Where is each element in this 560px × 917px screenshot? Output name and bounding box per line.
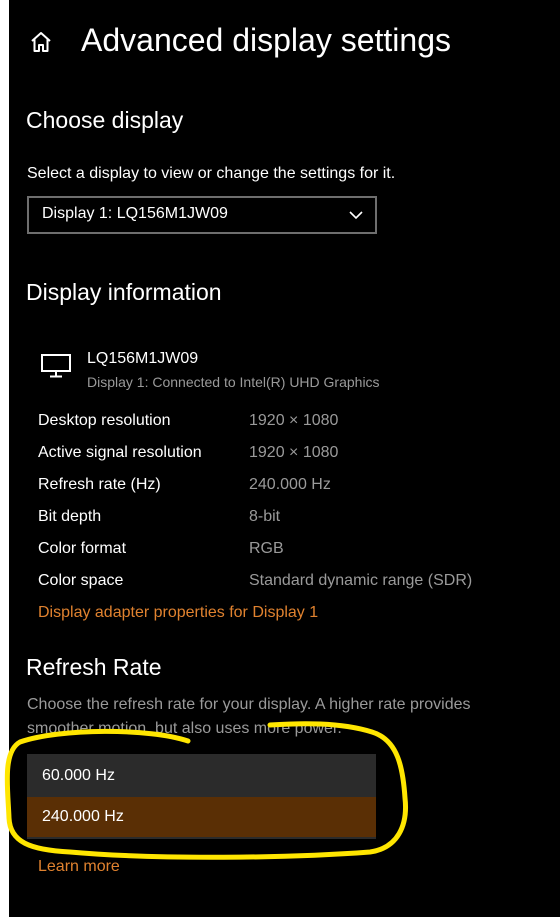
page-title: Advanced display settings (81, 22, 451, 58)
refresh-rate-dropdown-list: 60.000 Hz 240.000 Hz (27, 754, 376, 839)
refresh-rate-option-60[interactable]: 60.000 Hz (27, 756, 376, 796)
info-value: 1920 × 1080 (249, 412, 339, 429)
choose-display-heading: Choose display (26, 107, 184, 133)
display-select-value: Display 1: LQ156M1JW09 (42, 205, 228, 222)
refresh-rate-option-240[interactable]: 240.000 Hz (27, 797, 376, 837)
monitor-icon (41, 354, 71, 378)
refresh-rate-description-line2: smoother motion, but also uses more powe… (27, 720, 342, 737)
display-select-dropdown[interactable]: Display 1: LQ156M1JW09 (27, 196, 377, 234)
refresh-rate-description-line1: Choose the refresh rate for your display… (27, 696, 471, 713)
home-icon[interactable] (29, 30, 53, 54)
info-row-color-format: Color format RGB (38, 540, 558, 564)
info-value: 8-bit (249, 508, 281, 525)
info-label: Bit depth (38, 508, 102, 525)
info-row-refresh-rate: Refresh rate (Hz) 240.000 Hz (38, 476, 558, 500)
info-value: 240.000 Hz (249, 476, 331, 493)
display-information-heading: Display information (26, 279, 222, 305)
option-label: 60.000 Hz (42, 767, 115, 784)
display-name: LQ156M1JW09 (87, 350, 199, 367)
info-value: Standard dynamic range (SDR) (249, 572, 473, 589)
info-label: Color space (38, 572, 124, 589)
option-label: 240.000 Hz (42, 808, 124, 825)
info-label: Active signal resolution (38, 444, 202, 461)
info-row-bit-depth: Bit depth 8-bit (38, 508, 558, 532)
info-value: 1920 × 1080 (249, 444, 339, 461)
refresh-rate-heading: Refresh Rate (26, 654, 162, 680)
info-row-active-signal-resolution: Active signal resolution 1920 × 1080 (38, 444, 558, 468)
info-row-desktop-resolution: Desktop resolution 1920 × 1080 (38, 412, 558, 436)
info-label: Desktop resolution (38, 412, 171, 429)
display-connection-subtitle: Display 1: Connected to Intel(R) UHD Gra… (87, 374, 380, 390)
learn-more-link[interactable]: Learn more (38, 858, 120, 876)
info-label: Refresh rate (Hz) (38, 476, 161, 493)
info-row-color-space: Color space Standard dynamic range (SDR) (38, 572, 558, 596)
settings-panel: Advanced display settings Choose display… (9, 0, 560, 917)
display-adapter-properties-link[interactable]: Display adapter properties for Display 1 (38, 604, 318, 622)
info-label: Color format (38, 540, 127, 557)
chevron-down-icon (349, 211, 363, 220)
choose-display-description: Select a display to view or change the s… (27, 165, 396, 182)
info-value: RGB (249, 540, 284, 557)
page-header: Advanced display settings (9, 18, 560, 66)
